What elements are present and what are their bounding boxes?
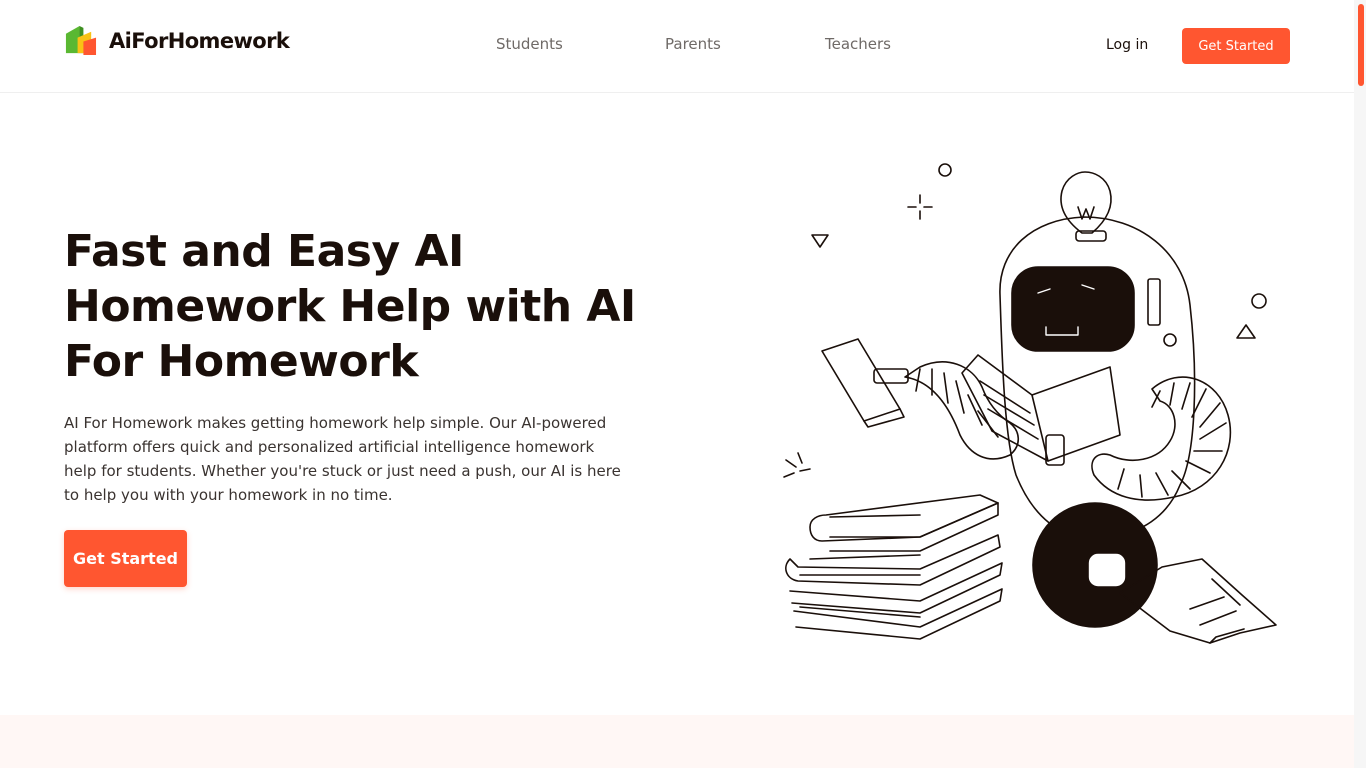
nav-link-students[interactable]: Students: [496, 35, 563, 53]
robot-reading-books-illustration: [783, 163, 1277, 644]
nav-link-parents[interactable]: Parents: [665, 35, 721, 53]
book-stack: [809, 494, 999, 542]
doodle-sparkle: [783, 452, 811, 478]
next-section: [0, 715, 1354, 768]
login-link[interactable]: Log in: [1106, 37, 1148, 53]
hero-get-started-button[interactable]: Get Started: [64, 530, 187, 587]
site-header: AiForHomework Students Parents Teachers …: [0, 0, 1354, 93]
page-scrollbar[interactable]: [1354, 0, 1366, 768]
hero-title: Fast and Easy AI Homework Help with AI F…: [64, 226, 636, 387]
robot-left-arm: [904, 361, 1020, 460]
doodle-triangle: [811, 234, 829, 248]
logo-icon: [65, 25, 97, 56]
logo-link[interactable]: AiForHomework: [64, 24, 290, 57]
doodle-circle: [938, 163, 952, 177]
doodle-sparkle: [907, 194, 933, 220]
header-get-started-button[interactable]: Get Started: [1182, 28, 1290, 64]
robot-face: [1011, 266, 1135, 352]
doodle-circle: [1251, 293, 1267, 309]
logo-text: AiForHomework: [109, 28, 290, 53]
nav-link-teachers[interactable]: Teachers: [825, 35, 891, 53]
bulb: [1060, 171, 1112, 234]
doodle-triangle: [1236, 324, 1256, 339]
small-book: [821, 338, 901, 422]
hero-description: AI For Homework makes getting homework h…: [64, 414, 621, 504]
scrollbar-thumb[interactable]: [1358, 4, 1364, 86]
